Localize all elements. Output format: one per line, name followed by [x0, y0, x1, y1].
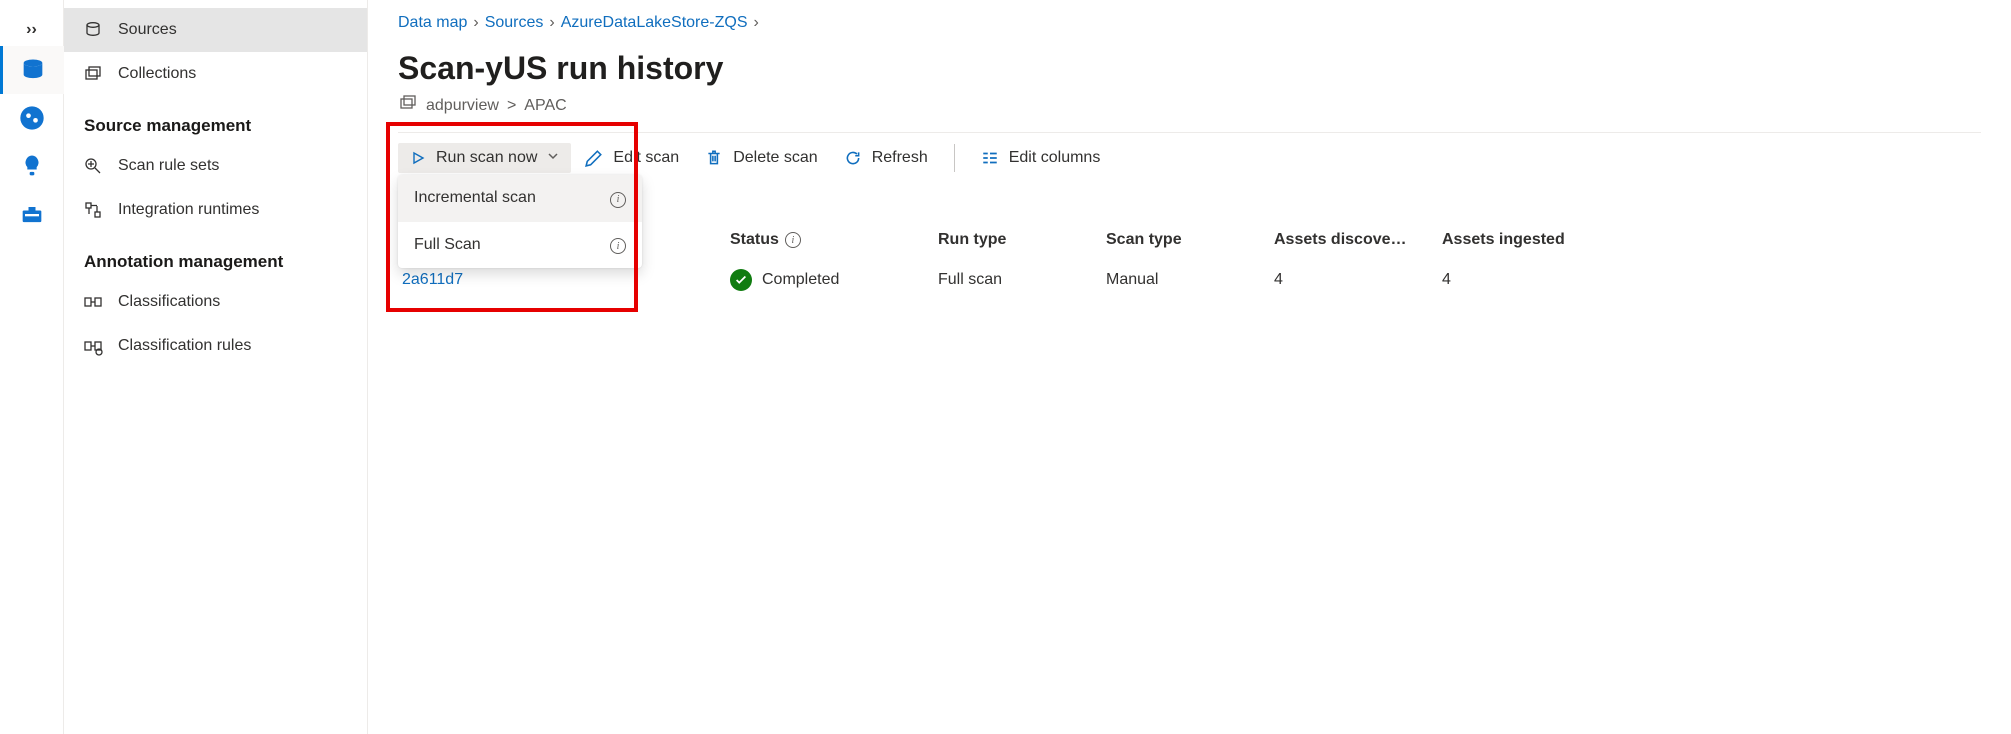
refresh-label: Refresh — [872, 149, 928, 167]
breadcrumb-item-sources[interactable]: Sources — [485, 14, 544, 32]
breadcrumb-item-source[interactable]: AzureDataLakeStore-ZQS — [561, 14, 748, 32]
th-label: Scan type — [1106, 231, 1182, 249]
run-scan-now-label: Run scan now — [436, 149, 537, 167]
th-label: Status — [730, 231, 779, 249]
classification-rules-icon — [82, 335, 104, 357]
classifications-icon — [82, 291, 104, 313]
sidebar-item-label: Classifications — [118, 293, 220, 311]
rail-map[interactable] — [0, 94, 64, 142]
dropdown-item-incremental[interactable]: Incremental scan i — [398, 175, 642, 222]
sidebar-heading-source-mgmt: Source management — [64, 96, 367, 144]
chevron-right-icon: › — [473, 14, 478, 32]
dropdown-label: Full Scan — [414, 236, 481, 254]
page-title: Scan-yUS run history — [398, 50, 1981, 87]
sidebar-item-scan-rule-sets[interactable]: Scan rule sets — [64, 144, 367, 188]
edit-columns-label: Edit columns — [1009, 149, 1101, 167]
th-assets-discovered[interactable]: Assets discove… — [1274, 231, 1434, 249]
sidebar: Sources Collections Source management Sc… — [64, 0, 368, 734]
edit-columns-button[interactable]: Edit columns — [969, 143, 1113, 173]
sidebar-item-collections[interactable]: Collections — [64, 52, 367, 96]
chevron-double-right-icon: ›› — [26, 21, 37, 39]
sidebar-item-classifications[interactable]: Classifications — [64, 280, 367, 324]
sidebar-item-label: Sources — [118, 21, 177, 39]
assets-ingested-text: 4 — [1442, 271, 1451, 289]
info-icon[interactable]: i — [610, 189, 626, 208]
refresh-icon — [844, 149, 862, 167]
th-run-type[interactable]: Run type — [938, 231, 1098, 249]
scan-rule-sets-icon — [82, 155, 104, 177]
status-text: Completed — [762, 271, 839, 289]
sidebar-heading-annotation-mgmt: Annotation management — [64, 232, 367, 280]
collection-path-icon — [398, 93, 418, 118]
sidebar-item-integration-runtimes[interactable]: Integration runtimes — [64, 188, 367, 232]
rail-management[interactable] — [0, 190, 64, 238]
trash-icon — [705, 149, 723, 167]
th-label: Assets discove… — [1274, 231, 1407, 249]
edit-columns-icon — [981, 149, 999, 167]
chevron-right-icon: › — [753, 14, 758, 32]
database-icon — [19, 56, 47, 84]
th-assets-ingested[interactable]: Assets ingested — [1442, 231, 1602, 249]
assets-discovered-text: 4 — [1274, 271, 1283, 289]
icon-rail: ›› — [0, 0, 64, 734]
collections-icon — [82, 63, 104, 85]
collection-path: adpurview > APAC — [398, 93, 1981, 132]
dropdown-label: Incremental scan — [414, 189, 536, 207]
pencil-icon — [585, 149, 603, 167]
database-outline-icon — [82, 19, 104, 41]
edit-scan-button[interactable]: Edit scan — [573, 143, 691, 173]
refresh-button[interactable]: Refresh — [832, 143, 940, 173]
sidebar-item-label: Integration runtimes — [118, 201, 259, 219]
edit-scan-label: Edit scan — [613, 149, 679, 167]
chevron-right-icon: › — [549, 14, 554, 32]
toolbar: Run scan now Incremental scan i Full Sca… — [398, 132, 1981, 173]
th-label: Run type — [938, 231, 1006, 249]
sidebar-item-classification-rules[interactable]: Classification rules — [64, 324, 367, 368]
toolbox-icon — [18, 200, 46, 228]
delete-scan-label: Delete scan — [733, 149, 818, 167]
rail-data-map[interactable] — [0, 46, 64, 94]
integration-runtimes-icon — [82, 199, 104, 221]
rail-insights[interactable] — [0, 142, 64, 190]
th-scan-type[interactable]: Scan type — [1106, 231, 1266, 249]
map-route-icon — [18, 104, 46, 132]
run-id-link[interactable]: 2a611d7 — [402, 271, 463, 289]
collection-root: adpurview — [426, 97, 499, 115]
delete-scan-button[interactable]: Delete scan — [693, 143, 830, 173]
sidebar-item-label: Scan rule sets — [118, 157, 219, 175]
run-type-text: Full scan — [938, 271, 1002, 289]
play-icon — [410, 150, 426, 166]
toolbar-divider — [954, 144, 955, 172]
breadcrumb-item-datamap[interactable]: Data map — [398, 14, 467, 32]
main-content: Data map › Sources › AzureDataLakeStore-… — [368, 0, 2011, 734]
run-scan-dropdown: Incremental scan i Full Scan i — [398, 175, 642, 268]
chevron-down-icon — [547, 149, 559, 167]
info-icon[interactable]: i — [785, 232, 801, 248]
collection-leaf: APAC — [524, 97, 566, 115]
check-circle-icon — [730, 269, 752, 291]
collection-sep: > — [507, 97, 516, 115]
expand-rail-button[interactable]: ›› — [16, 14, 48, 46]
sidebar-item-label: Classification rules — [118, 337, 251, 355]
lightbulb-icon — [18, 152, 46, 180]
th-label: Assets ingested — [1442, 231, 1565, 249]
th-status[interactable]: Status i — [730, 231, 930, 249]
sidebar-item-label: Collections — [118, 65, 196, 83]
sidebar-item-sources[interactable]: Sources — [64, 8, 367, 52]
breadcrumb: Data map › Sources › AzureDataLakeStore-… — [398, 10, 1981, 50]
info-icon[interactable]: i — [610, 236, 626, 255]
run-scan-now-button[interactable]: Run scan now — [398, 143, 571, 173]
scan-type-text: Manual — [1106, 271, 1158, 289]
dropdown-item-full[interactable]: Full Scan i — [398, 222, 642, 269]
